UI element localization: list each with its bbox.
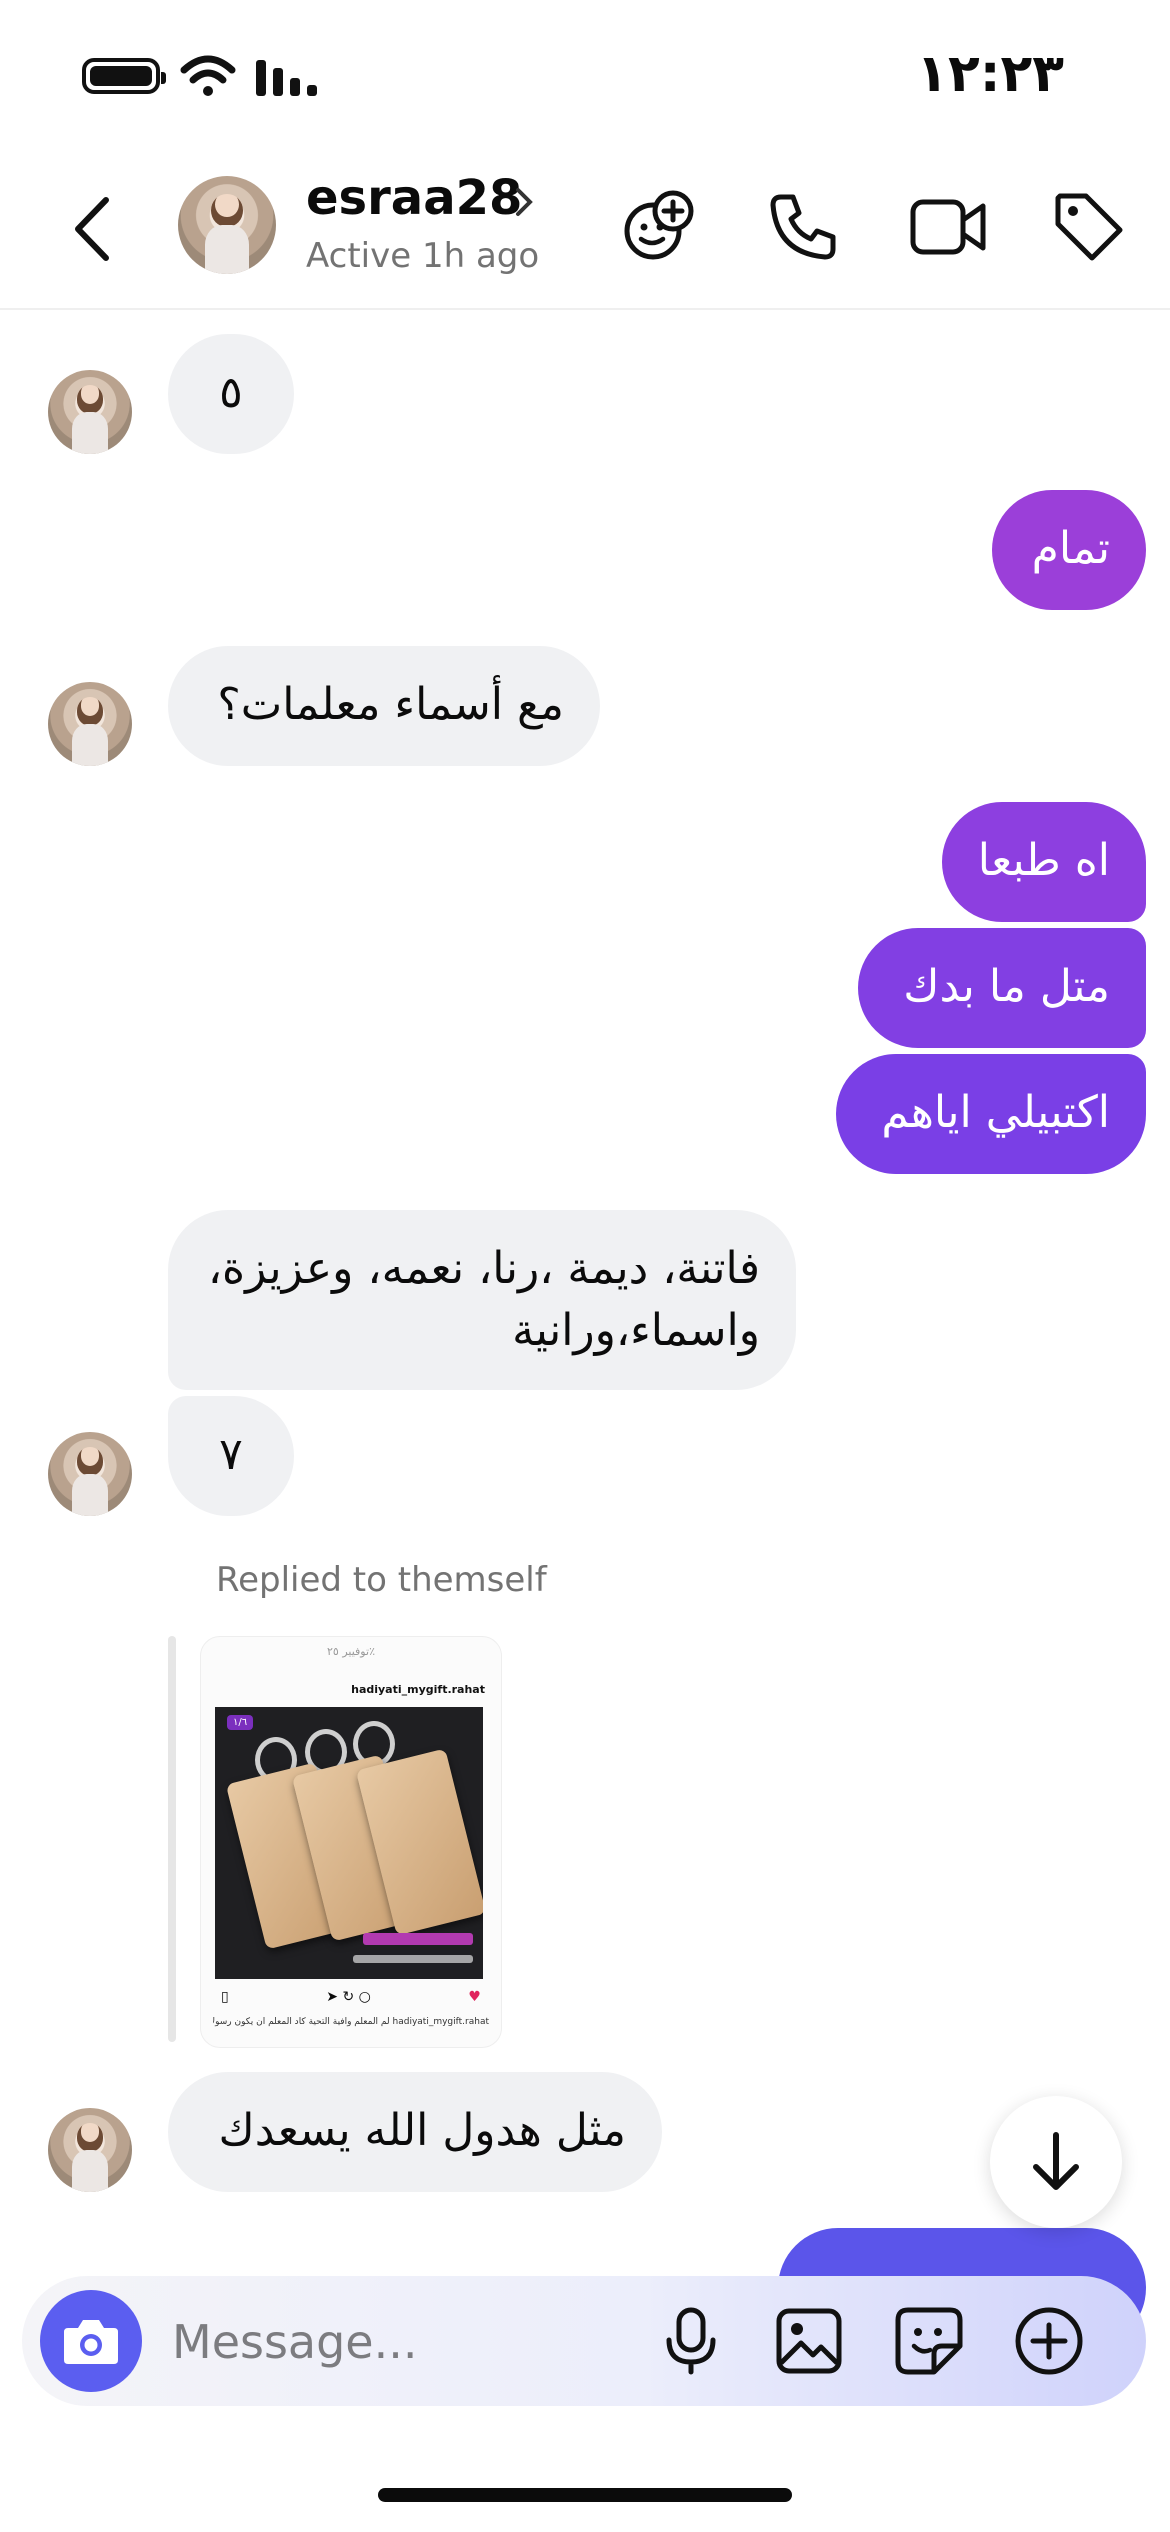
message-composer xyxy=(22,2276,1146,2406)
sender-avatar[interactable] xyxy=(48,682,132,766)
message-bubble-incoming[interactable]: ٥ xyxy=(168,334,294,454)
dm-thread-screen: ١٢:٢٣ esraa28 Active 1h ago ٥ تمام مع أس… xyxy=(0,0,1170,2532)
message-line: واسماء،ورانية xyxy=(512,1305,760,1356)
gallery-button[interactable] xyxy=(766,2298,852,2384)
voice-message-button[interactable] xyxy=(648,2298,734,2384)
message-bubble-outgoing[interactable]: اه طبعا xyxy=(942,802,1146,922)
add-effect-icon xyxy=(624,190,694,260)
tag-button[interactable] xyxy=(1046,184,1132,270)
reply-label: Replied to themself xyxy=(216,1560,547,1600)
contact-presence: Active 1h ago xyxy=(306,236,540,276)
thread-header: esraa28 Active 1h ago xyxy=(0,150,1170,310)
add-icon xyxy=(1015,2307,1083,2375)
video-icon xyxy=(910,199,986,255)
heart-icon: ♥ xyxy=(468,1989,481,2005)
message-bubble-incoming[interactable]: فاتنة، ديمة ،رنا، نعمه، وعزيزة، واسماء،و… xyxy=(168,1210,796,1390)
battery-icon xyxy=(82,58,166,94)
home-indicator xyxy=(378,2488,792,2502)
more-options-button[interactable] xyxy=(1006,2298,1092,2384)
message-bubble-incoming[interactable]: مع أسماء معلمات؟ xyxy=(168,646,600,766)
contact-username[interactable]: esraa28 xyxy=(306,170,522,226)
sender-avatar[interactable] xyxy=(48,1432,132,1516)
message-bubble-outgoing[interactable]: اكتبيلي اياهم xyxy=(836,1054,1146,1174)
signal-icon xyxy=(256,60,317,96)
message-line: فاتنة، ديمة ،رنا، نعمه، وعزيزة، xyxy=(207,1243,760,1294)
gallery-icon xyxy=(776,2308,842,2374)
bookmark-icon: ▯ xyxy=(221,1989,229,2005)
add-effect-button[interactable] xyxy=(616,184,702,270)
phone-icon xyxy=(770,194,836,260)
sticker-icon xyxy=(895,2307,963,2375)
status-bar: ١٢:٢٣ xyxy=(0,0,1170,150)
post-caption: hadiyati_mygift.rahat لم المعلم وافية ال… xyxy=(213,2017,489,2027)
back-button[interactable] xyxy=(62,186,122,272)
scroll-to-bottom-button[interactable] xyxy=(990,2096,1122,2228)
message-input[interactable] xyxy=(170,2306,624,2378)
arrow-down-icon xyxy=(1033,2132,1079,2190)
microphone-icon xyxy=(666,2307,716,2375)
post-actions: ▯ ➤ ↻ ○ ♥ xyxy=(221,1989,481,2011)
message-bubble-outgoing[interactable]: تمام xyxy=(992,490,1146,610)
tag-icon xyxy=(1055,193,1123,261)
post-page-badge: ١/٦ xyxy=(227,1715,254,1730)
contact-avatar[interactable] xyxy=(178,176,276,274)
post-image: ١/٦ xyxy=(215,1707,483,1979)
sender-avatar[interactable] xyxy=(48,370,132,454)
status-time: ١٢:٢٣ xyxy=(916,44,1064,104)
message-bubble-incoming[interactable]: ٧ xyxy=(168,1396,294,1516)
voice-call-button[interactable] xyxy=(760,184,846,270)
wifi-icon xyxy=(180,55,236,96)
share-icon: ➤ ↻ ○ xyxy=(326,1989,371,2005)
video-call-button[interactable] xyxy=(906,184,992,270)
message-bubble-incoming[interactable]: مثل هدول الله يسعدك xyxy=(168,2072,662,2192)
reply-indicator-line xyxy=(168,1636,176,2042)
replied-post-preview[interactable]: توفيير ٢٥٪ hadiyati_mygift.rahat ١/٦ ▯ ➤… xyxy=(200,1636,502,2048)
message-bubble-outgoing[interactable]: متل ما بدك xyxy=(858,928,1146,1048)
camera-icon xyxy=(64,2320,118,2364)
camera-button[interactable] xyxy=(40,2290,142,2392)
back-icon xyxy=(75,197,109,261)
sender-avatar[interactable] xyxy=(48,2108,132,2192)
sticker-button[interactable] xyxy=(886,2298,972,2384)
chevron-right-icon xyxy=(516,188,533,216)
